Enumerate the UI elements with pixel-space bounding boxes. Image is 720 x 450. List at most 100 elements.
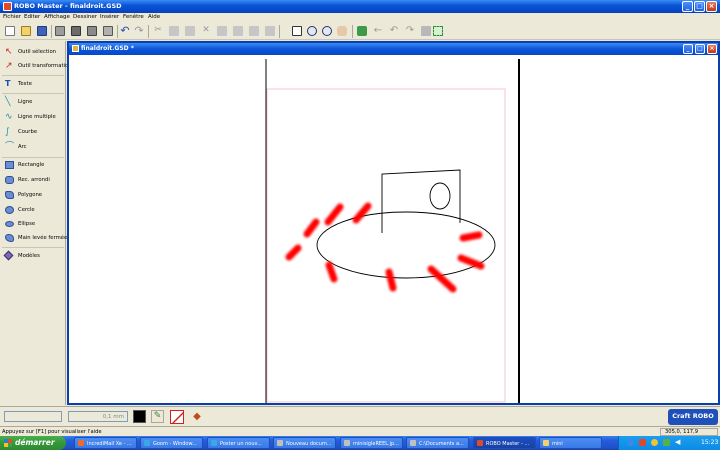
printer-setup-icon[interactable] bbox=[103, 26, 113, 36]
menu-dessiner[interactable]: Dessiner bbox=[73, 14, 97, 20]
copy-icon[interactable] bbox=[169, 26, 179, 36]
close-button[interactable]: × bbox=[706, 1, 717, 12]
menu-fichier[interactable]: Fichier bbox=[3, 14, 21, 20]
start-button[interactable]: démarrer bbox=[0, 436, 66, 450]
curve-icon: ∫ bbox=[5, 127, 10, 137]
task-nouveau-document[interactable]: Nouveau docum... bbox=[273, 437, 336, 449]
menu-inserer[interactable]: Insérer bbox=[100, 14, 119, 20]
task-incredimail[interactable]: IncrediMail Xe - ... bbox=[74, 437, 137, 449]
title-bar: ROBO Master - finaldroit.GSD _ □ × bbox=[0, 0, 720, 13]
tool-rounded-rectangle[interactable]: Rec. arrondi bbox=[3, 175, 65, 186]
polyline-icon: ∿ bbox=[5, 112, 13, 122]
zoom-in-icon[interactable] bbox=[307, 26, 317, 36]
app-icon bbox=[3, 2, 12, 11]
tag-shape bbox=[381, 169, 461, 233]
redo-icon[interactable]: ↷ bbox=[134, 25, 144, 36]
tool-text[interactable]: T Texte bbox=[3, 79, 65, 90]
tool-rectangle[interactable]: Rectangle bbox=[3, 160, 65, 171]
tool-transformation[interactable]: ↗ Outil transformation bbox=[3, 61, 72, 72]
folder-icon bbox=[410, 440, 416, 446]
task-documents[interactable]: C:\Documents a... bbox=[406, 437, 469, 449]
line-width-field[interactable]: 0,1 mm bbox=[68, 411, 128, 422]
network-icon[interactable] bbox=[627, 439, 634, 446]
red-mark-2 bbox=[324, 203, 344, 226]
minimize-button[interactable]: _ bbox=[682, 1, 693, 12]
tray-shield-icon[interactable] bbox=[663, 439, 670, 446]
line-style-box[interactable] bbox=[4, 411, 62, 422]
tool-selection[interactable]: ↖ Outil sélection bbox=[3, 47, 65, 58]
delete-icon[interactable]: ✕ bbox=[201, 26, 211, 36]
tool-polygon[interactable]: Polygone bbox=[3, 190, 65, 201]
back-arrow-icon[interactable]: ← bbox=[373, 26, 383, 36]
pen-color-icon[interactable]: ✎ bbox=[151, 410, 164, 423]
paint-bucket-icon[interactable]: ◆ bbox=[190, 410, 204, 424]
bring-front-icon[interactable] bbox=[249, 26, 259, 36]
tray-app-icon[interactable] bbox=[651, 439, 658, 446]
pan-hand-icon[interactable] bbox=[337, 26, 347, 36]
tool-circle[interactable]: Cercle bbox=[3, 205, 65, 216]
tool-templates[interactable]: Modèles bbox=[3, 250, 65, 262]
undo-icon[interactable]: ↶ bbox=[120, 25, 130, 36]
red-registration-marks bbox=[285, 202, 485, 293]
save-icon[interactable] bbox=[37, 26, 47, 36]
windows-logo-icon bbox=[4, 439, 12, 447]
cut-icon[interactable]: ✂ bbox=[153, 26, 163, 36]
antivirus-icon[interactable] bbox=[639, 439, 646, 446]
cutter-icon[interactable] bbox=[71, 26, 81, 36]
status-bar: Appuyez sur [F1] pour visualiser l'aide … bbox=[0, 426, 720, 436]
no-line-icon[interactable] bbox=[170, 410, 184, 424]
tool-polyline[interactable]: ∿ Ligne multiple bbox=[3, 112, 65, 123]
open-folder-icon[interactable] bbox=[21, 26, 31, 36]
canvas-drawing[interactable] bbox=[69, 55, 718, 403]
red-mark-9 bbox=[459, 231, 483, 242]
folder-icon bbox=[543, 440, 549, 446]
task-robo-master[interactable]: ROBO Master - ... bbox=[473, 437, 536, 449]
print-icon[interactable] bbox=[55, 26, 65, 36]
menu-editer[interactable]: Editer bbox=[24, 14, 40, 20]
zoom-out-icon[interactable] bbox=[322, 26, 332, 36]
menu-aide[interactable]: Aide bbox=[148, 14, 160, 20]
new-file-icon[interactable] bbox=[5, 26, 15, 36]
menu-fenetre[interactable]: Fenêtre bbox=[123, 14, 144, 20]
robo-icon bbox=[477, 440, 483, 446]
register-marks-icon[interactable] bbox=[357, 26, 367, 36]
menu-affichage[interactable]: Affichage bbox=[44, 14, 70, 20]
volume-icon[interactable]: ◀ bbox=[675, 439, 682, 446]
rotate-right-icon[interactable]: ↷ bbox=[405, 26, 415, 36]
cut-settings-icon[interactable] bbox=[421, 26, 431, 36]
drawing-canvas[interactable] bbox=[69, 55, 718, 403]
doc-close-button[interactable]: × bbox=[707, 44, 717, 54]
tool-curve[interactable]: ∫ Courbe bbox=[3, 127, 65, 138]
rounded-rectangle-icon bbox=[5, 176, 14, 184]
system-tray: ◀ 15:23 bbox=[618, 436, 720, 450]
paste-icon[interactable] bbox=[185, 26, 195, 36]
tool-line[interactable]: ╲ Ligne bbox=[3, 97, 65, 108]
task-goom[interactable]: Goom - Window... bbox=[140, 437, 203, 449]
templates-icon bbox=[3, 250, 14, 261]
send-back-icon[interactable] bbox=[265, 26, 275, 36]
maximize-button[interactable]: □ bbox=[694, 1, 705, 12]
task-minisigle[interactable]: minisigleREEL.jp... bbox=[340, 437, 403, 449]
tool-freehand[interactable]: Main levée fermée bbox=[3, 233, 67, 244]
ie-icon bbox=[211, 440, 217, 446]
print-preview-icon[interactable] bbox=[87, 26, 97, 36]
tool-arc[interactable]: ⌒ Arc bbox=[3, 142, 65, 153]
status-coordinates: 305,0, 117,9 bbox=[665, 429, 698, 435]
task-poster[interactable]: Poster un nouv... bbox=[207, 437, 270, 449]
bottom-toolbar: 0,1 mm ✎ ◆ Craft ROBO bbox=[0, 406, 720, 426]
task-mini[interactable]: mini bbox=[539, 437, 602, 449]
select-all-icon[interactable] bbox=[433, 26, 443, 36]
fill-color-swatch[interactable] bbox=[133, 410, 146, 423]
craft-robo-logo: Craft ROBO bbox=[668, 409, 718, 425]
zoom-fit-icon[interactable] bbox=[292, 26, 302, 36]
taskbar: démarrer IncrediMail Xe - ... Goom - Win… bbox=[0, 436, 720, 450]
text-icon: T bbox=[5, 79, 11, 88]
pointer-icon: ↖ bbox=[5, 47, 13, 57]
rotate-left-icon[interactable]: ↶ bbox=[389, 26, 399, 36]
group-icon[interactable] bbox=[217, 26, 227, 36]
menu-bar: Fichier Editer Affichage Dessiner Insére… bbox=[0, 13, 720, 23]
doc-maximize-button[interactable]: □ bbox=[695, 44, 705, 54]
tool-ellipse[interactable]: Ellipse bbox=[3, 219, 65, 230]
doc-minimize-button[interactable]: _ bbox=[683, 44, 693, 54]
ungroup-icon[interactable] bbox=[233, 26, 243, 36]
